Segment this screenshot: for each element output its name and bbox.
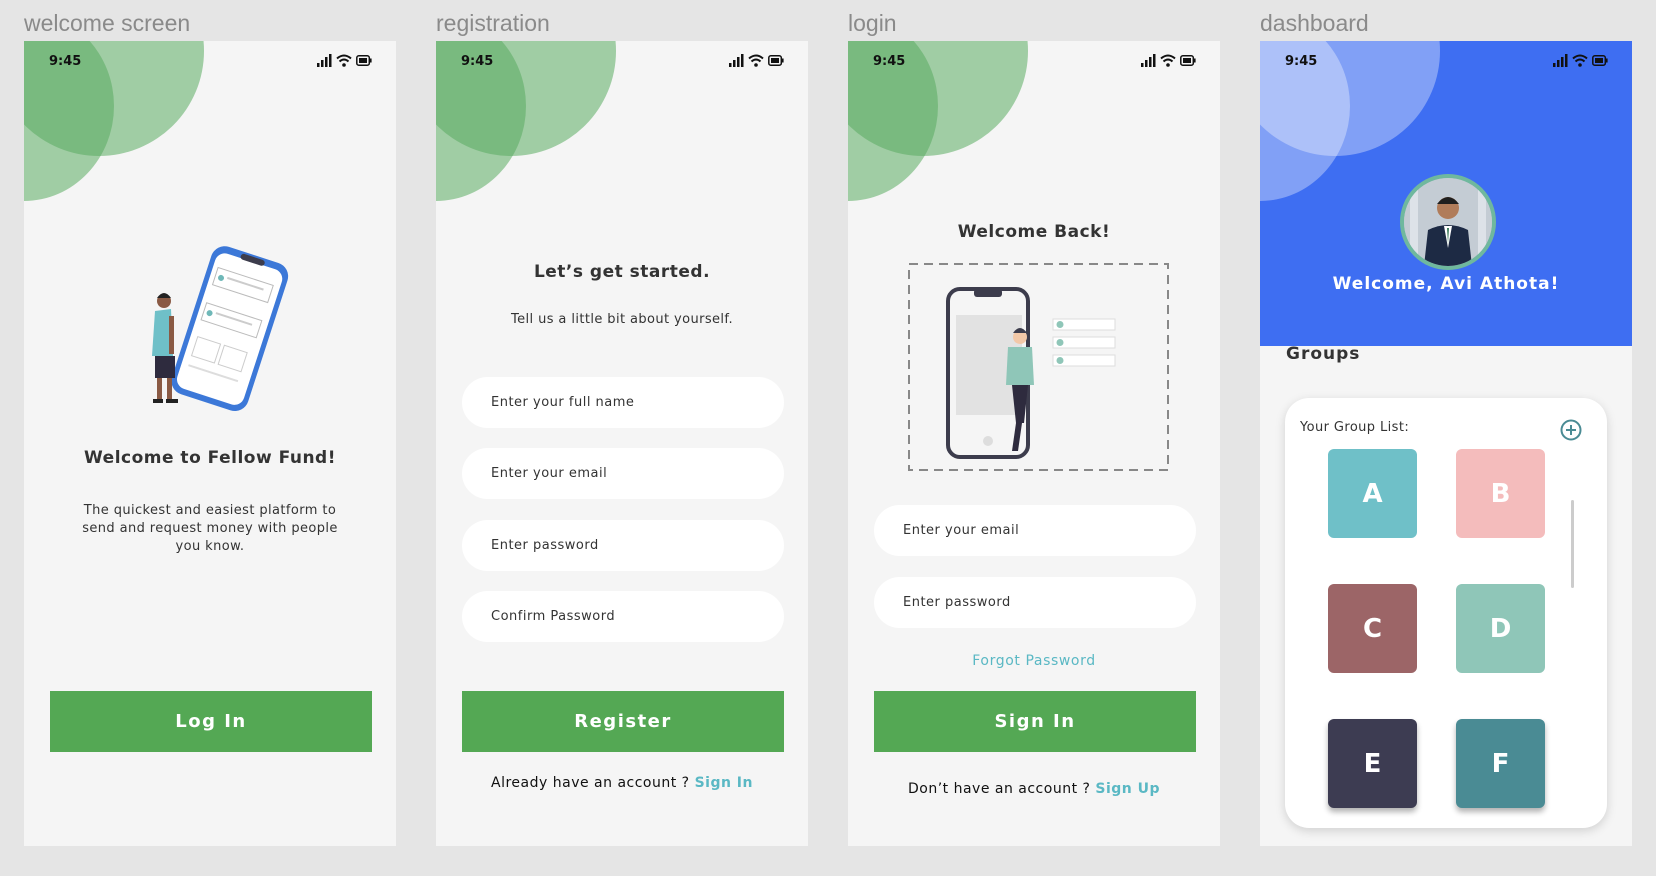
battery-icon bbox=[1180, 55, 1196, 66]
password-input[interactable] bbox=[462, 520, 784, 571]
login-title: Welcome Back! bbox=[957, 222, 1111, 242]
avatar[interactable] bbox=[1400, 174, 1496, 270]
signin-link[interactable]: Sign In bbox=[695, 775, 753, 791]
group-tile-d[interactable]: D bbox=[1456, 584, 1545, 673]
signup-link[interactable]: Sign Up bbox=[1095, 781, 1160, 797]
signup-prompt-text: Don’t have an account ? bbox=[907, 781, 1096, 797]
status-time: 9:45 bbox=[461, 54, 494, 69]
signal-icon bbox=[317, 54, 332, 67]
group-tile-e[interactable]: E bbox=[1328, 719, 1417, 808]
signup-prompt: Don’t have an account ? Sign Up bbox=[848, 781, 1220, 797]
login-button[interactable]: Log In bbox=[50, 691, 372, 752]
group-card: Your Group List: A B C D E F bbox=[1285, 398, 1607, 828]
group-list-label: Your Group List: bbox=[1300, 420, 1410, 435]
battery-icon bbox=[768, 55, 784, 66]
status-bar: 9:45 bbox=[436, 41, 808, 81]
scrollbar[interactable] bbox=[1571, 500, 1574, 588]
wifi-icon bbox=[748, 54, 764, 67]
frame-label-dashboard: dashboard bbox=[1260, 10, 1369, 36]
welcome-screen: 9:45 Welcome to Fellow Fund! The quickes… bbox=[24, 41, 396, 846]
confirm-password-input[interactable] bbox=[462, 591, 784, 642]
registration-subtitle: Tell us a little bit about yourself. bbox=[511, 312, 733, 327]
group-tile-c[interactable]: C bbox=[1328, 584, 1417, 673]
group-tile-f[interactable]: F bbox=[1456, 719, 1545, 808]
full-name-input[interactable] bbox=[462, 377, 784, 428]
login-illustration bbox=[908, 263, 1170, 477]
frame-label-welcome: welcome screen bbox=[24, 10, 191, 36]
login-password-input[interactable] bbox=[874, 577, 1196, 628]
group-tile-a[interactable]: A bbox=[1328, 449, 1417, 538]
signal-icon bbox=[1141, 54, 1156, 67]
dashboard-header: 9:45 Welcome, Avi Athota! bbox=[1260, 41, 1632, 346]
register-button[interactable]: Register bbox=[462, 691, 784, 752]
groups-heading: Groups bbox=[1286, 344, 1361, 364]
registration-title: Let’s get started. bbox=[533, 262, 711, 282]
signal-icon bbox=[729, 54, 744, 67]
battery-icon bbox=[356, 55, 372, 66]
phone-person-illustration bbox=[119, 246, 294, 430]
welcome-description: The quickest and easiest platform to sen… bbox=[82, 503, 338, 554]
status-time: 9:45 bbox=[1285, 54, 1318, 69]
wifi-icon bbox=[336, 54, 352, 67]
login-email-input[interactable] bbox=[874, 505, 1196, 556]
forgot-password-link[interactable]: Forgot Password bbox=[848, 653, 1220, 669]
status-bar: 9:45 bbox=[848, 41, 1220, 81]
registration-screen: 9:45 Let’s get started. Tell us a little… bbox=[436, 41, 808, 846]
group-tile-b[interactable]: B bbox=[1456, 449, 1545, 538]
add-group-icon[interactable] bbox=[1560, 419, 1582, 445]
signin-button[interactable]: Sign In bbox=[874, 691, 1196, 752]
welcome-title: Welcome to Fellow Fund! bbox=[84, 448, 336, 468]
signin-prompt-text: Already have an account ? bbox=[491, 775, 695, 791]
email-input[interactable] bbox=[462, 448, 784, 499]
status-time: 9:45 bbox=[49, 54, 82, 69]
status-time: 9:45 bbox=[873, 54, 906, 69]
status-bar: 9:45 bbox=[1260, 41, 1632, 81]
dashboard-screen: 9:45 Welcome, Avi Athota! Groups Your Gr… bbox=[1260, 41, 1632, 846]
battery-icon bbox=[1592, 55, 1608, 66]
signal-icon bbox=[1553, 54, 1568, 67]
dashboard-welcome: Welcome, Avi Athota! bbox=[1332, 274, 1560, 294]
frame-label-login: login bbox=[848, 10, 897, 36]
wifi-icon bbox=[1572, 54, 1588, 67]
login-screen: 9:45 Welcome Back! Forgo bbox=[848, 41, 1220, 846]
frame-label-registration: registration bbox=[436, 10, 550, 36]
status-bar: 9:45 bbox=[24, 41, 396, 81]
signin-prompt: Already have an account ? Sign In bbox=[436, 775, 808, 791]
wifi-icon bbox=[1160, 54, 1176, 67]
